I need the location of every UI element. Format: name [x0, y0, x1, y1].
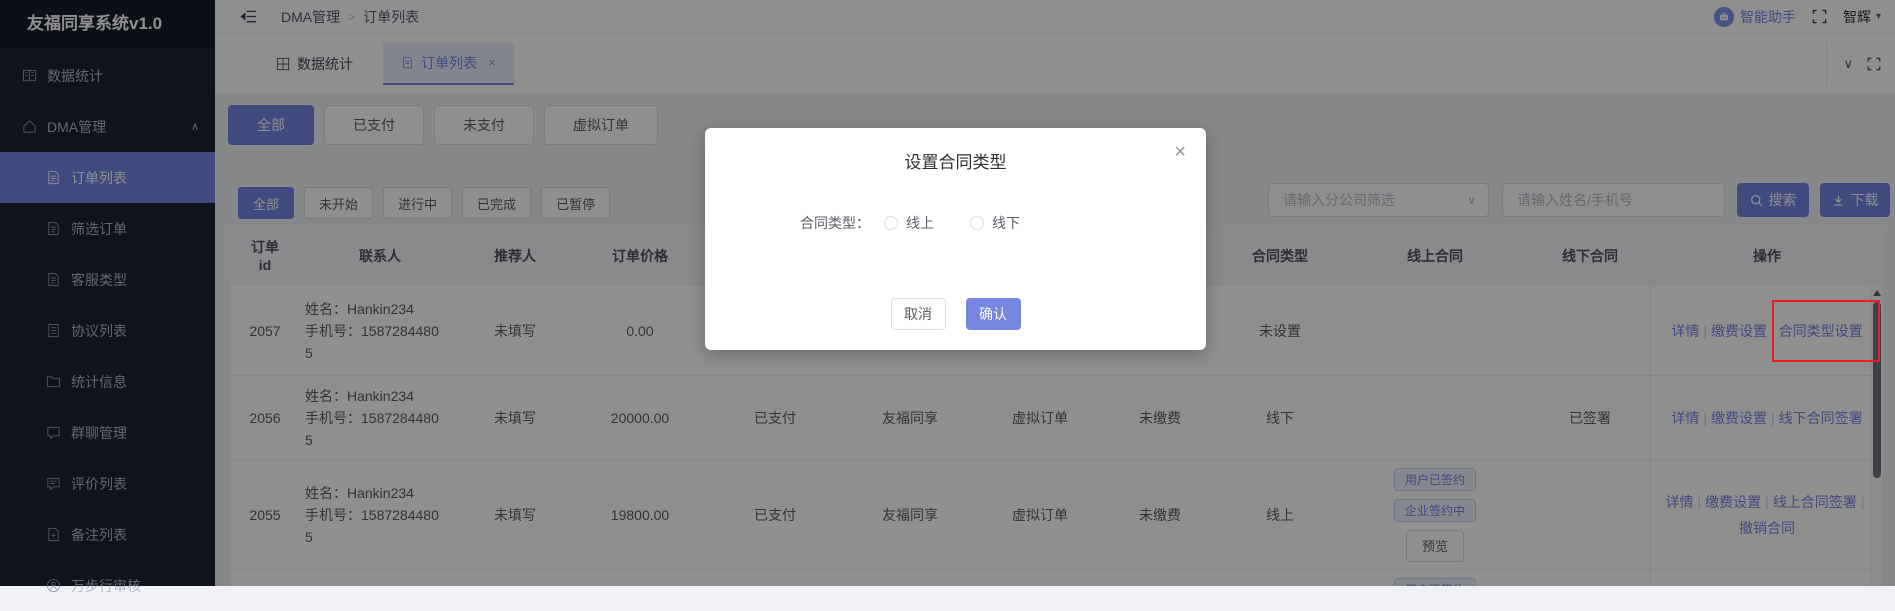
radio-online[interactable]	[884, 216, 898, 230]
cancel-button[interactable]: 取消	[891, 298, 946, 330]
confirm-button[interactable]: 确认	[966, 298, 1021, 330]
radio-offline-label[interactable]: 线下	[992, 213, 1020, 233]
radio-offline[interactable]	[970, 216, 984, 230]
contract-type-field-label: 合同类型：	[800, 213, 870, 233]
dialog-footer: 取消 确认	[705, 298, 1206, 330]
radio-online-label[interactable]: 线上	[906, 213, 934, 233]
dialog-close-icon[interactable]: ×	[1174, 142, 1186, 162]
contract-type-dialog: 设置合同类型 × 合同类型： 线上 线下 取消 确认	[705, 128, 1206, 350]
dialog-title: 设置合同类型	[705, 128, 1206, 173]
dialog-body: 合同类型： 线上 线下	[705, 213, 1206, 233]
